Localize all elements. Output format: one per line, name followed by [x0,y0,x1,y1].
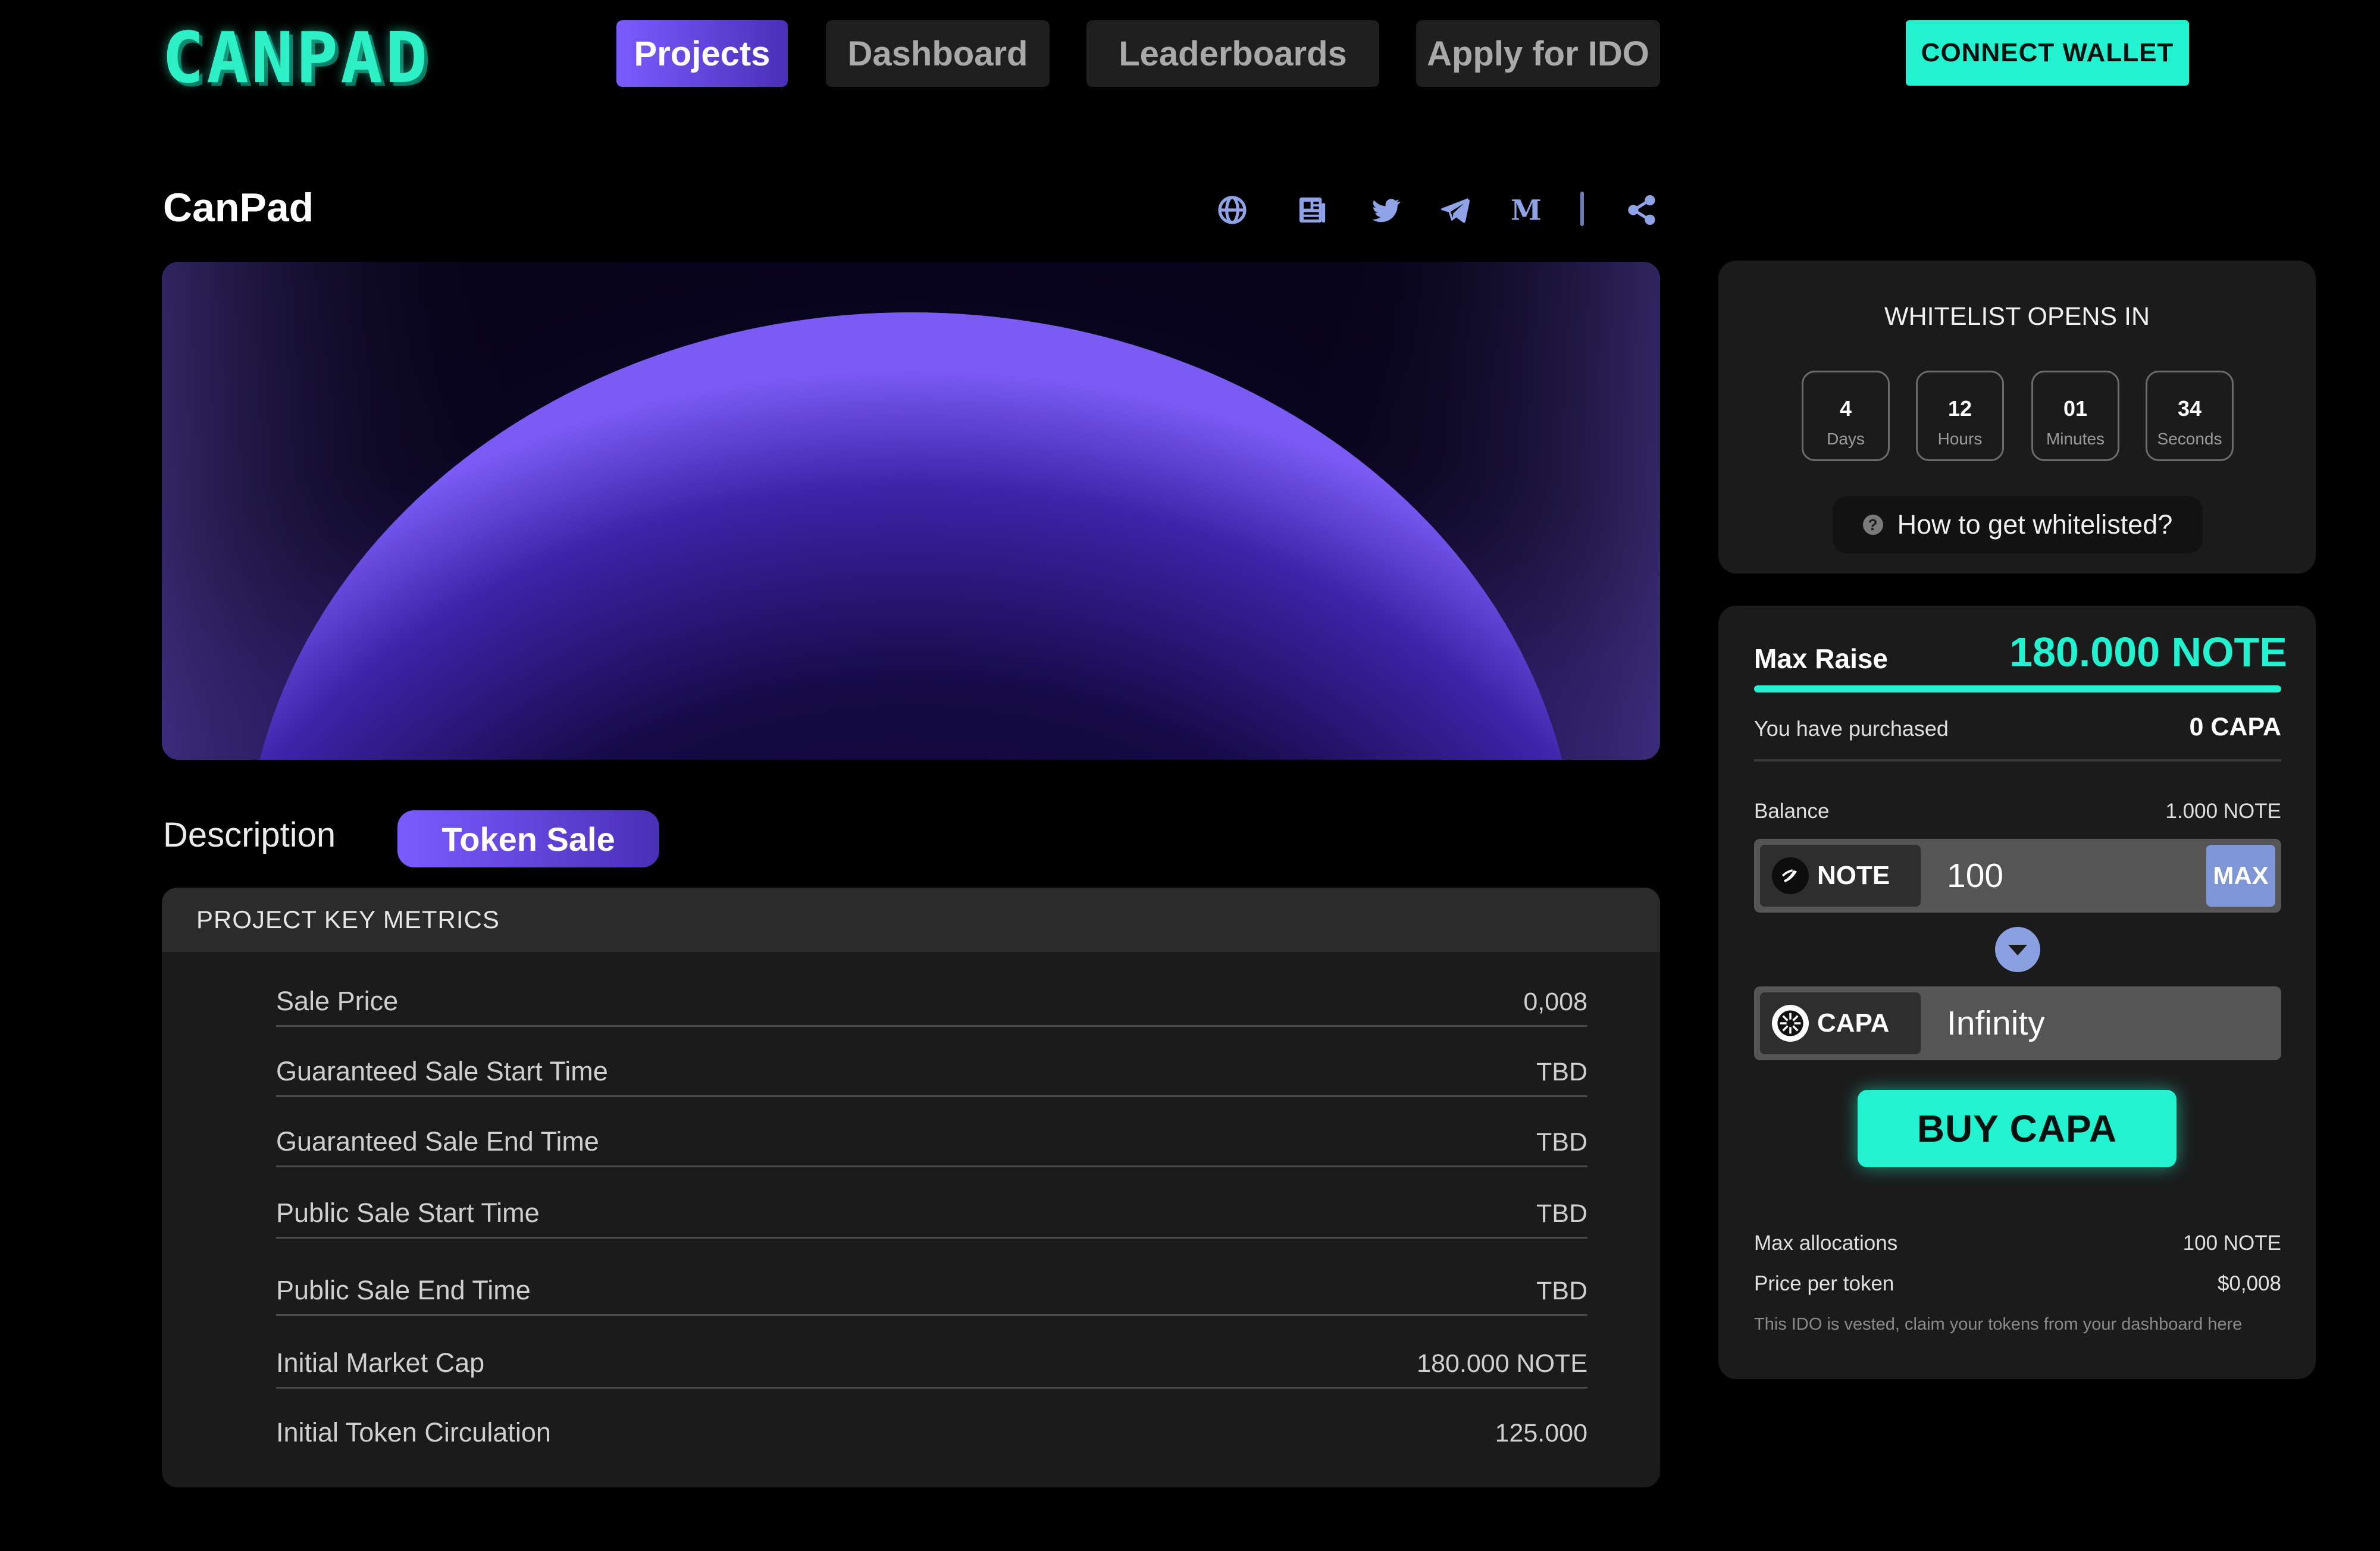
metric-value: TBD [1536,1277,1587,1305]
countdown-value: 34 [2177,396,2202,421]
receive-token-selector[interactable]: CAPA [1760,992,1921,1054]
metrics-heading: PROJECT KEY METRICS [196,905,500,933]
metric-row: Sale Price 0,008 [276,957,1587,1027]
countdown-unit: Seconds [2157,430,2222,448]
max-button[interactable]: MAX [2206,845,2275,907]
countdown-unit: Days [1827,430,1865,448]
metric-label: Public Sale Start Time [276,1198,540,1228]
pay-token-selector[interactable]: NOTE [1760,845,1921,907]
nav-apply-for-ido[interactable]: Apply for IDO [1416,20,1660,87]
share-icon[interactable] [1621,189,1662,231]
balance-value: 1.000 NOTE [2165,800,2281,823]
metric-row: Guaranteed Sale Start Time TBD [276,1027,1587,1097]
raise-progress-fill [1754,685,2281,693]
receive-amount-field[interactable]: CAPA Infinity [1754,986,2281,1060]
countdown-value: 4 [1839,396,1852,421]
project-key-metrics-panel: PROJECT KEY METRICS Sale Price 0,008 Gua… [162,888,1660,1487]
metric-row: Initial Token Circulation 125.000 [276,1386,1587,1456]
purchased-value: 0 CAPA [2189,713,2281,741]
metric-label: Sale Price [276,986,399,1016]
countdown-seconds: 34 Seconds [2146,371,2234,461]
buy-card: Max Raise 180.000 NOTE You have purchase… [1718,606,2316,1379]
max-raise-label: Max Raise [1754,643,1889,674]
price-per-token-value: $0,008 [2217,1272,2281,1295]
metric-label: Guaranteed Sale End Time [276,1126,599,1157]
nav-dashboard[interactable]: Dashboard [826,20,1050,87]
telegram-icon[interactable] [1434,189,1476,231]
max-allocations-value: 100 NOTE [2182,1232,2281,1255]
tab-description[interactable]: Description [163,815,336,855]
metric-value: 180.000 NOTE [1417,1349,1587,1378]
project-title: CanPad [163,185,314,230]
canpad-logo[interactable]: CANPAD [162,17,430,99]
countdown-hours: 12 Hours [1916,371,2004,461]
raise-progress-bar [1754,685,2281,693]
countdown-value: 01 [2063,396,2088,421]
balance-label: Balance [1754,800,1830,823]
how-to-whitelist-button[interactable]: ? How to get whitelisted? [1833,496,2203,553]
metric-label: Initial Token Circulation [276,1417,551,1447]
whitelist-title: WHITELIST OPENS IN [1884,302,2150,331]
capa-token-icon [1772,1005,1809,1042]
nav-projects[interactable]: Projects [616,20,788,87]
metric-value: 125.000 [1495,1419,1587,1447]
max-allocations-label: Max allocations [1754,1232,1898,1255]
countdown-minutes: 01 Minutes [2031,371,2119,461]
buy-capa-button[interactable]: BUY CAPA [1858,1090,2177,1167]
nav-leaderboards[interactable]: Leaderboards [1086,20,1379,87]
metric-row: Initial Market Cap 180.000 NOTE [276,1318,1587,1389]
pay-amount-field[interactable]: NOTE 100 MAX [1754,839,2281,913]
countdown-unit: Hours [1937,430,1983,448]
receive-token-name: CAPA [1817,1008,1890,1038]
countdown-days: 4 Days [1802,371,1890,461]
twitter-icon[interactable] [1365,189,1407,231]
metric-row: Public Sale End Time TBD [276,1246,1587,1316]
how-to-whitelist-label: How to get whitelisted? [1897,509,2173,540]
connect-wallet-button[interactable]: CONNECT WALLET [1906,20,2189,86]
metric-label: Initial Market Cap [276,1348,485,1378]
countdown-unit: Minutes [2046,430,2105,448]
metric-label: Guaranteed Sale Start Time [276,1056,608,1086]
metric-row: Public Sale Start Time TBD [276,1168,1587,1239]
metric-value: TBD [1536,1128,1587,1157]
whitelist-countdown-card: WHITELIST OPENS IN 4 Days 12 Hours 01 Mi… [1718,261,2316,574]
swap-direction-icon[interactable] [1995,927,2040,972]
metrics-header: PROJECT KEY METRICS [162,888,1660,952]
globe-icon[interactable] [1211,189,1253,231]
pay-amount-input[interactable]: 100 [1947,839,2003,913]
purchased-label: You have purchased [1754,716,1949,741]
vesting-note[interactable]: This IDO is vested, claim your tokens fr… [1754,1315,2242,1334]
receive-amount-output: Infinity [1947,1004,2045,1042]
metric-value: 0,008 [1523,988,1587,1016]
svg-text:M: M [1511,194,1542,227]
social-divider [1580,192,1584,226]
metric-row: Guaranteed Sale End Time TBD [276,1097,1587,1167]
project-banner [162,262,1660,760]
metric-label: Public Sale End Time [276,1275,531,1305]
question-icon: ? [1862,515,1883,535]
price-per-token-label: Price per token [1754,1272,1894,1295]
metric-value: TBD [1536,1058,1587,1086]
pay-token-name: NOTE [1817,861,1890,890]
news-icon[interactable] [1291,189,1333,231]
divider [1754,759,2281,762]
medium-icon[interactable]: M [1505,189,1547,231]
metric-value: TBD [1536,1199,1587,1228]
max-raise-value: 180.000 NOTE [2009,629,2287,675]
note-token-icon [1772,857,1809,894]
tab-token-sale[interactable]: Token Sale [397,810,659,867]
countdown-value: 12 [1947,396,1972,421]
